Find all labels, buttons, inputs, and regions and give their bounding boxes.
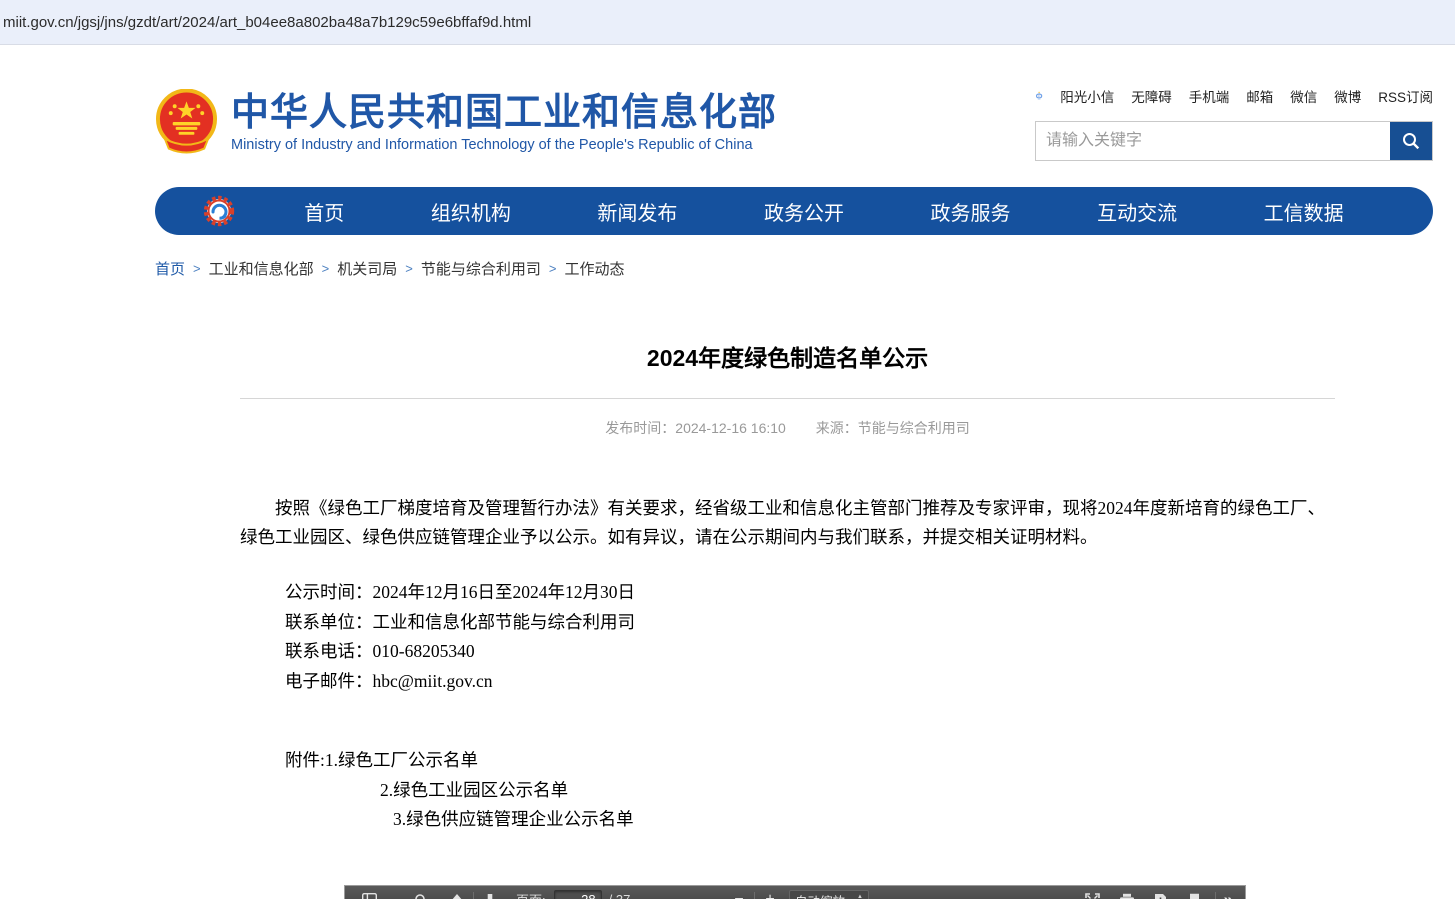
article-paragraph: 按照《绿色工厂梯度培育及管理暂行办法》有关要求，经省级工业和信息化主管部门推荐及… bbox=[240, 494, 1335, 552]
contact-block: 公示时间：2024年12月16日至2024年12月30日 联系单位：工业和信息化… bbox=[285, 578, 1335, 696]
main-navigation: 首页 组织机构 新闻发布 政务公开 政务服务 互动交流 工信数据 bbox=[155, 187, 1433, 235]
quick-link-mobile[interactable]: 手机端 bbox=[1189, 86, 1230, 106]
breadcrumb-separator: > bbox=[549, 261, 557, 276]
pdf-sidebar-toggle-icon[interactable] bbox=[357, 889, 381, 899]
site-title-cn: 中华人民共和国工业和信息化部 bbox=[231, 92, 777, 134]
contact-unit: 联系单位：工业和信息化部节能与综合利用司 bbox=[285, 608, 1335, 638]
nav-item-interaction[interactable]: 互动交流 bbox=[1097, 197, 1177, 226]
nav-item-gov-open[interactable]: 政务公开 bbox=[764, 197, 844, 226]
search-icon bbox=[1401, 131, 1421, 151]
quick-link-mail[interactable]: 邮箱 bbox=[1246, 86, 1273, 106]
breadcrumb-miit[interactable]: 工业和信息化部 bbox=[209, 258, 314, 279]
nav-item-gov-service[interactable]: 政务服务 bbox=[931, 197, 1011, 226]
article-meta: 发布时间：2024-12-16 16:10 来源：节能与综合利用司 bbox=[240, 418, 1335, 438]
pdf-page-label: 页面: bbox=[516, 890, 546, 899]
quick-link-wechat[interactable]: 微信 bbox=[1290, 86, 1317, 106]
nav-item-home[interactable]: 首页 bbox=[304, 197, 344, 226]
site-brand[interactable]: 中华人民共和国工业和信息化部 Ministry of Industry and … bbox=[155, 83, 777, 161]
nav-item-organization[interactable]: 组织机构 bbox=[431, 197, 511, 226]
nav-item-data[interactable]: 工信数据 bbox=[1264, 197, 1344, 226]
breadcrumb-work-updates[interactable]: 工作动态 bbox=[564, 258, 624, 279]
site-title-en: Ministry of Industry and Information Tec… bbox=[231, 137, 777, 153]
nav-item-news[interactable]: 新闻发布 bbox=[597, 197, 677, 226]
pdf-page-total: / 37 bbox=[609, 892, 631, 899]
breadcrumb-energy-dept[interactable]: 节能与综合利用司 bbox=[421, 258, 541, 279]
pdf-more-tools-icon[interactable]: » bbox=[1224, 890, 1233, 899]
pdf-toolbar: 页面: / 37 − + 自动缩放 ▲▼ bbox=[345, 886, 1245, 899]
publish-time: 发布时间：2024-12-16 16:10 bbox=[605, 420, 786, 436]
breadcrumb: 首页 > 工业和信息化部 > 机关司局 > 节能与综合利用司 > 工作动态 bbox=[155, 258, 1433, 279]
quick-link-weibo[interactable]: 微博 bbox=[1334, 86, 1361, 106]
publicity-period: 公示时间：2024年12月16日至2024年12月30日 bbox=[285, 578, 1335, 608]
national-emblem-icon bbox=[155, 89, 218, 155]
quick-links: 阳光小信 无障碍 手机端 邮箱 微信 微博 RSS订阅 bbox=[1035, 85, 1433, 107]
pdf-page-up-icon[interactable] bbox=[445, 889, 469, 899]
quick-link-xiaoxin[interactable]: 阳光小信 bbox=[1060, 86, 1114, 106]
breadcrumb-separator: > bbox=[322, 261, 330, 276]
article-title: 2024年度绿色制造名单公示 bbox=[240, 339, 1335, 373]
search-button[interactable] bbox=[1390, 122, 1432, 160]
pdf-zoom-mode-select[interactable]: 自动缩放 ▲▼ bbox=[789, 890, 869, 899]
browser-address-bar[interactable]: miit.gov.cn/jgsj/jns/gzdt/art/2024/art_b… bbox=[0, 0, 1455, 45]
quick-link-rss[interactable]: RSS订阅 bbox=[1378, 86, 1433, 106]
quick-link-accessibility[interactable]: 无障碍 bbox=[1131, 86, 1172, 106]
pdf-search-icon[interactable] bbox=[409, 889, 433, 899]
pdf-zoom-in-button[interactable]: + bbox=[759, 891, 781, 899]
attachment-3[interactable]: 3.绿色供应链管理企业公示名单 bbox=[393, 805, 1335, 835]
title-divider bbox=[240, 398, 1335, 399]
article-source: 来源：节能与综合利用司 bbox=[816, 420, 970, 436]
breadcrumb-home[interactable]: 首页 bbox=[155, 258, 185, 279]
breadcrumb-departments[interactable]: 机关司局 bbox=[337, 258, 397, 279]
attachment-1[interactable]: 附件:1.绿色工厂公示名单 bbox=[285, 746, 1335, 776]
pdf-viewer: 页面: / 37 − + 自动缩放 ▲▼ bbox=[345, 886, 1245, 899]
pdf-presentation-mode-icon[interactable] bbox=[1081, 889, 1105, 899]
contact-phone: 联系电话：010-68205340 bbox=[285, 637, 1335, 667]
site-header: 中华人民共和国工业和信息化部 Ministry of Industry and … bbox=[155, 83, 1433, 161]
breadcrumb-separator: > bbox=[405, 261, 413, 276]
pdf-page-down-icon[interactable] bbox=[478, 889, 502, 899]
pdf-print-icon[interactable] bbox=[1115, 889, 1139, 899]
pdf-page-number-input[interactable] bbox=[554, 890, 602, 899]
attachments-list: 附件:1.绿色工厂公示名单 2.绿色工业园区公示名单 3.绿色供应链管理企业公示… bbox=[285, 746, 1335, 835]
pdf-bookmark-icon[interactable] bbox=[1183, 889, 1207, 899]
robot-mascot-icon bbox=[1035, 87, 1043, 105]
page-url[interactable]: miit.gov.cn/jgsj/jns/gzdt/art/2024/art_b… bbox=[3, 14, 531, 31]
attachment-2[interactable]: 2.绿色工业园区公示名单 bbox=[380, 776, 1335, 806]
miit-gear-logo-icon bbox=[203, 195, 235, 227]
site-search bbox=[1035, 121, 1433, 161]
contact-email: 电子邮件：hbc@miit.gov.cn bbox=[285, 667, 1335, 697]
pdf-zoom-mode-value: 自动缩放 bbox=[795, 891, 845, 899]
pdf-download-icon[interactable] bbox=[1149, 889, 1173, 899]
breadcrumb-separator: > bbox=[193, 261, 201, 276]
select-updown-icon: ▲▼ bbox=[857, 895, 863, 899]
article: 2024年度绿色制造名单公示 发布时间：2024-12-16 16:10 来源：… bbox=[155, 339, 1433, 835]
search-input[interactable] bbox=[1036, 122, 1390, 160]
pdf-zoom-out-button[interactable]: − bbox=[728, 891, 750, 899]
